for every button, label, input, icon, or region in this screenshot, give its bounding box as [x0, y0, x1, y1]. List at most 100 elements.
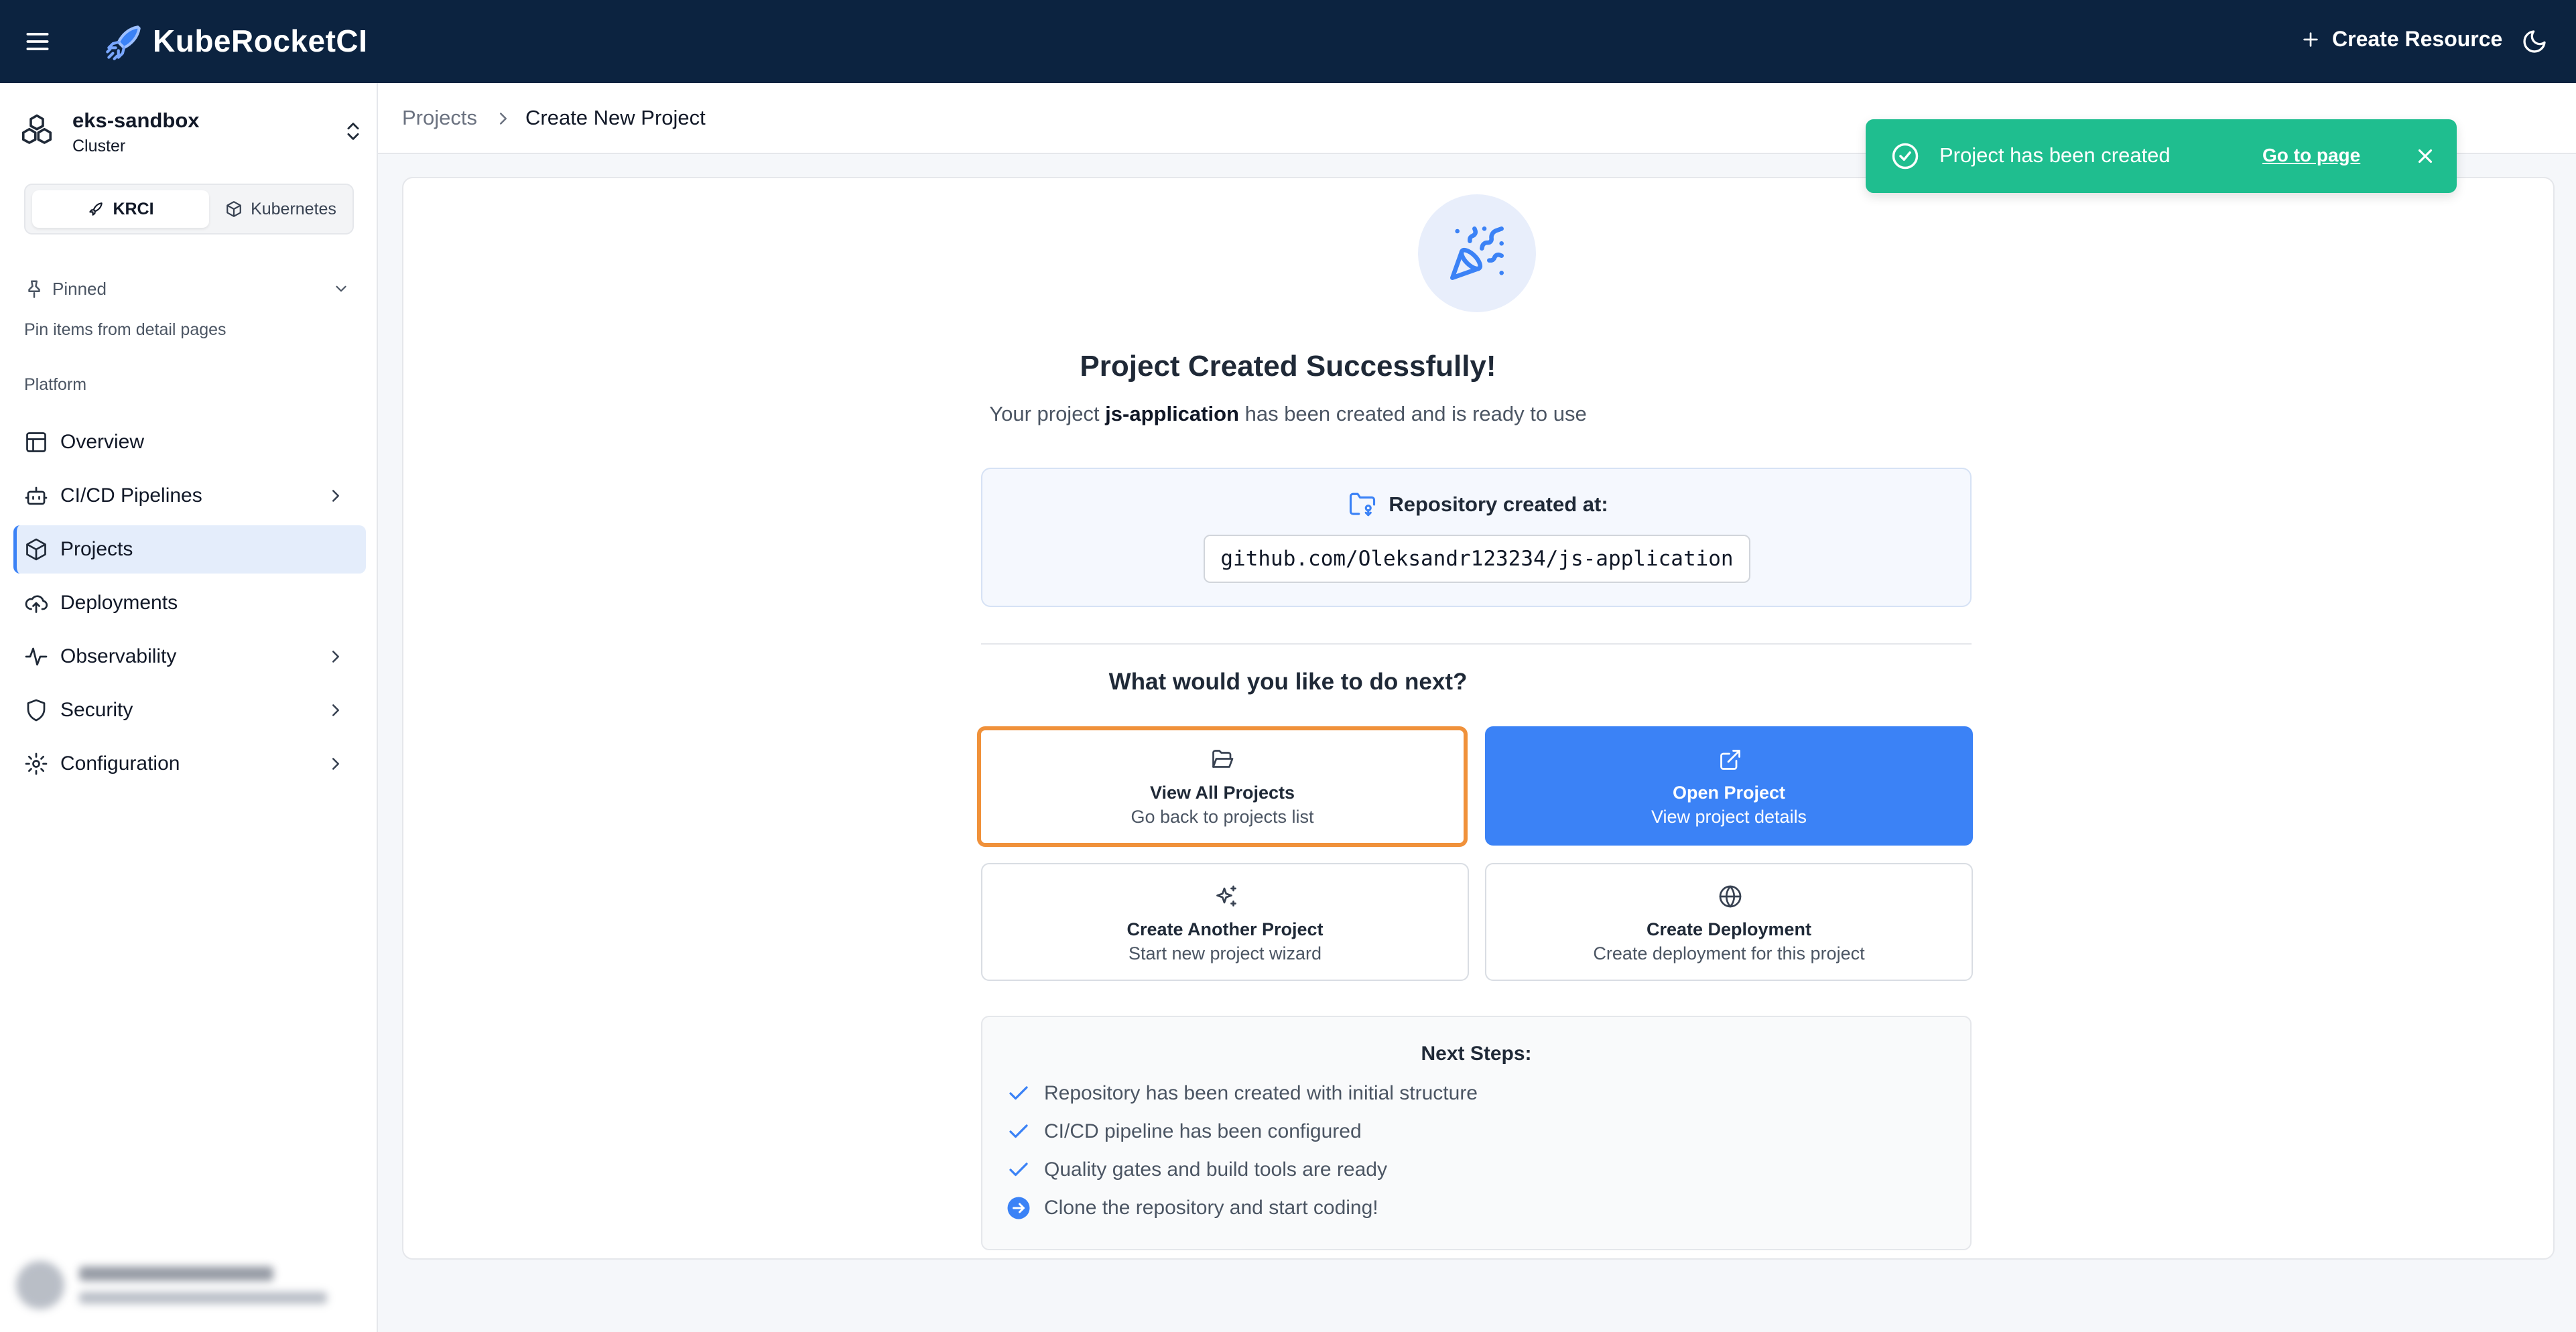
user-name-redacted — [79, 1266, 273, 1281]
success-toast: Project has been created Go to page — [1866, 119, 2457, 193]
repository-info-box: Repository created at: github.com/Oleksa… — [981, 468, 1972, 607]
cluster-name: eks-sandbox — [72, 109, 200, 132]
step-text: CI/CD pipeline has been configured — [1044, 1120, 1362, 1142]
cluster-selector[interactable]: eks-sandbox Cluster — [17, 103, 366, 159]
gear-icon — [25, 752, 48, 775]
pinned-hint: Pin items from detail pages — [24, 320, 227, 339]
list-item: Repository has been created with initial… — [1007, 1081, 1478, 1106]
brand-name[interactable]: KubeRocketCI — [153, 23, 367, 59]
repository-url[interactable]: github.com/Oleksandr123234/js-applicatio… — [1204, 535, 1750, 583]
sidebar-item-deployments[interactable]: Deployments — [13, 579, 366, 627]
sidebar-item-projects[interactable]: Projects — [13, 525, 366, 574]
chevron-right-icon — [332, 758, 339, 770]
sidebar-item-label: CI/CD Pipelines — [60, 484, 202, 507]
external-link-icon — [1720, 750, 1740, 770]
action-title: Create Deployment — [1646, 919, 1812, 939]
cluster-type-label: Cluster — [72, 137, 126, 155]
create-resource-label: Create Resource — [2332, 27, 2503, 51]
user-email-redacted — [79, 1292, 327, 1304]
activity-icon — [25, 647, 48, 666]
check-icon — [1009, 1162, 1028, 1177]
cluster-icon — [19, 113, 55, 149]
chevron-right-icon — [332, 704, 339, 716]
tab-kubernetes[interactable]: Kubernetes — [212, 190, 350, 228]
chevron-right-icon — [500, 113, 507, 125]
top-bar: KubeRocketCI Create Resource — [0, 0, 2576, 83]
user-profile[interactable] — [9, 1252, 369, 1319]
close-icon[interactable] — [2414, 145, 2437, 168]
action-title: Open Project — [1672, 783, 1786, 803]
hamburger-menu-icon[interactable] — [23, 27, 52, 56]
next-actions-heading: What would you like to do next? — [1108, 669, 1468, 695]
view-all-projects-button[interactable]: View All Projects Go back to projects li… — [977, 726, 1468, 847]
divider — [981, 643, 1972, 645]
sidebar: eks-sandbox Cluster KRCI Kubernetes Pinn… — [0, 83, 378, 1332]
step-text: Repository has been created with initial… — [1044, 1082, 1478, 1104]
cloud-upload-icon — [25, 595, 48, 613]
sidebar-item-label: Projects — [60, 538, 133, 560]
next-steps-panel: Next Steps: Repository has been created … — [981, 1016, 1972, 1250]
moon-icon[interactable] — [2521, 28, 2548, 55]
check-icon — [1009, 1086, 1028, 1100]
arrow-right-circle-icon — [1007, 1197, 1030, 1219]
pinned-section-toggle[interactable]: Pinned — [24, 275, 354, 302]
pin-icon — [24, 279, 44, 299]
go-to-page-link[interactable]: Go to page — [2262, 145, 2360, 166]
sidebar-item-label: Observability — [60, 645, 177, 667]
next-steps-title: Next Steps: — [1421, 1043, 1532, 1065]
create-another-project-button[interactable]: Create Another Project Start new project… — [981, 863, 1469, 981]
success-sub-before: Your project — [989, 402, 1106, 425]
repository-header: Repository created at: — [982, 490, 1973, 519]
breadcrumb-projects-link[interactable]: Projects — [402, 106, 477, 130]
step-text: Quality gates and build tools are ready — [1044, 1158, 1387, 1181]
create-resource-button[interactable]: Create Resource — [2300, 27, 2502, 52]
chevron-right-icon — [332, 490, 339, 502]
pinned-label: Pinned — [52, 279, 107, 299]
breadcrumb-current: Create New Project — [525, 106, 706, 129]
toast-message: Project has been created — [1939, 143, 2171, 167]
cube-icon — [227, 201, 241, 217]
globe-icon — [1719, 885, 1742, 908]
check-icon — [1009, 1124, 1028, 1138]
success-sub-after: has been created and is ready to use — [1238, 402, 1587, 425]
action-title: Create Another Project — [1126, 919, 1324, 939]
tab-krci[interactable]: KRCI — [32, 190, 209, 228]
layout-icon — [26, 432, 46, 452]
shield-icon — [27, 699, 46, 722]
success-subtitle: Your project js-application has been cre… — [0, 402, 2576, 426]
rocket-icon — [89, 202, 103, 216]
sidebar-item-label: Overview — [60, 431, 145, 453]
open-project-button[interactable]: Open Project View project details — [1485, 726, 1973, 846]
bot-icon — [25, 486, 48, 505]
list-item: Quality gates and build tools are ready — [1007, 1158, 1387, 1182]
action-subtitle: Create deployment for this project — [1593, 943, 1865, 963]
sidebar-item-configuration[interactable]: Configuration — [13, 740, 366, 788]
sparkles-icon — [1216, 885, 1236, 907]
action-subtitle: View project details — [1651, 807, 1807, 827]
plus-icon — [2303, 31, 2318, 47]
avatar — [16, 1261, 64, 1309]
list-item: Clone the repository and start coding! — [1007, 1196, 1378, 1220]
box-icon — [26, 538, 46, 561]
success-badge — [1418, 194, 1536, 312]
tab-kubernetes-label: Kubernetes — [251, 199, 336, 218]
folder-git-icon — [1350, 492, 1376, 517]
action-subtitle: Go back to projects list — [1131, 807, 1314, 827]
list-item: CI/CD pipeline has been configured — [1007, 1120, 1362, 1144]
sidebar-item-cicd-pipelines[interactable]: CI/CD Pipelines — [13, 472, 366, 520]
success-title: Project Created Successfully! — [1080, 350, 1496, 383]
check-circle-icon — [1891, 142, 1919, 170]
tab-krci-label: KRCI — [113, 199, 154, 218]
sidebar-item-label: Security — [60, 699, 133, 721]
step-text: Clone the repository and start coding! — [1044, 1197, 1378, 1219]
create-deployment-button[interactable]: Create Deployment Create deployment for … — [1485, 863, 1973, 981]
mode-switch: KRCI Kubernetes — [24, 184, 354, 235]
chevrons-up-down-icon — [342, 118, 365, 145]
party-popper-icon — [1450, 226, 1504, 280]
action-title: View All Projects — [1149, 783, 1295, 803]
project-name: js-application — [1105, 402, 1239, 425]
repository-label: Repository created at: — [1389, 492, 1608, 516]
chevron-right-icon — [332, 651, 339, 663]
sidebar-item-label: Configuration — [60, 752, 180, 775]
folder-open-icon — [1212, 750, 1234, 768]
